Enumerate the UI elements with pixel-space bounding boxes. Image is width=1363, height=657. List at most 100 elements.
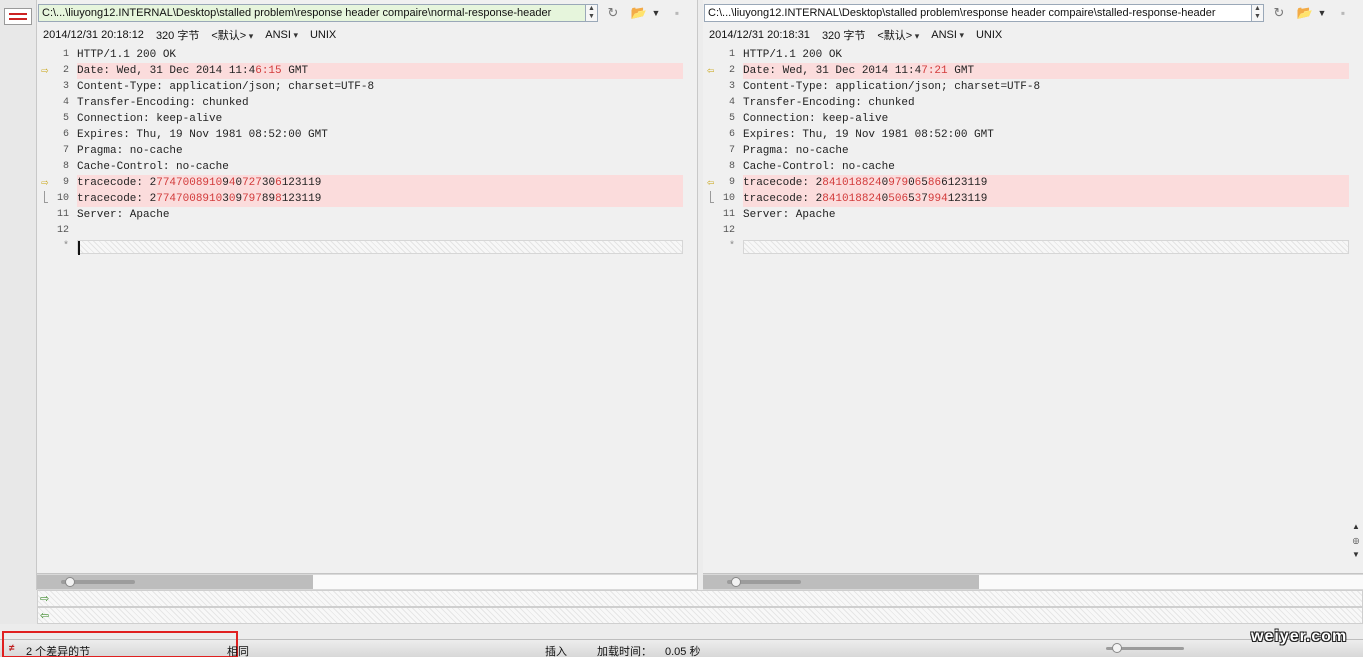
merge-line-right-to-left[interactable]: ⇦ <box>37 607 1363 624</box>
editor-line[interactable]: 7 Pragma: no-cache <box>703 143 1349 159</box>
editor-line[interactable]: 11 Server: Apache <box>37 207 683 223</box>
right-encoding-select[interactable]: ANSI <box>931 29 964 41</box>
right-info-bar: 2014/12/31 20:18:31 320 字节 <默认> ANSI UNI… <box>709 27 1002 43</box>
left-editor[interactable]: 1 HTTP/1.1 200 OK ⇨ 2 Date: Wed, 31 Dec 2014… <box>37 47 697 573</box>
line-text[interactable]: tracecode: 27747008910940727306123119 <box>77 175 683 191</box>
right-path-spinner-icon[interactable]: ▲ ▼ <box>1252 4 1264 22</box>
eof-text[interactable] <box>743 240 1349 254</box>
editor-line[interactable]: ⇦ 2 Date: Wed, 31 Dec 2014 11:47:21 GMT <box>703 63 1349 79</box>
editor-line[interactable]: 12 <box>703 223 1349 239</box>
line-text[interactable]: Date: Wed, 31 Dec 2014 11:46:15 GMT <box>77 63 683 79</box>
line-text[interactable]: HTTP/1.1 200 OK <box>743 47 1349 63</box>
line-number: 2 <box>728 65 735 76</box>
reload-icon[interactable]: ↻ <box>602 4 624 22</box>
left-path-spinner-icon[interactable]: ▲ ▼ <box>586 4 598 22</box>
dropdown-icon[interactable]: ▼ <box>650 4 662 22</box>
left-gutter <box>0 0 37 590</box>
end-of-file-line[interactable]: * <box>703 239 1349 255</box>
line-text[interactable]: tracecode: 27747008910309797898123119 <box>77 191 683 207</box>
eof-text[interactable] <box>77 240 683 255</box>
scroll-up-icon[interactable]: ▲ <box>1349 520 1363 534</box>
line-text[interactable]: Pragma: no-cache <box>77 143 683 159</box>
scroll-down-icon[interactable]: ▼ <box>1349 548 1363 562</box>
editor-line[interactable]: 10 tracecode: 28410188240506537994123119 <box>703 191 1349 207</box>
compare-icon[interactable] <box>4 8 32 25</box>
left-file-size: 320 字节 <box>155 30 200 42</box>
editor-line[interactable]: 3 Content-Type: application/json; charset… <box>703 79 1349 95</box>
copy-right-icon[interactable]: ⇨ <box>40 592 49 605</box>
line-text[interactable]: Server: Apache <box>77 207 683 223</box>
line-text[interactable]: Expires: Thu, 19 Nov 1981 08:52:00 GMT <box>743 127 1349 143</box>
merge-line-left-to-right[interactable]: ⇨ <box>37 590 1363 607</box>
editor-line[interactable]: 5 Connection: keep-alive <box>37 111 683 127</box>
left-encoding-select[interactable]: ANSI <box>265 29 298 41</box>
editor-line[interactable]: ⇦ 9 tracecode: 28410188240979065866123119 <box>703 175 1349 191</box>
line-text[interactable]: Cache-Control: no-cache <box>743 159 1349 175</box>
line-text[interactable]: Transfer-Encoding: chunked <box>743 95 1349 111</box>
editor-line[interactable]: 6 Expires: Thu, 19 Nov 1981 08:52:00 GMT <box>37 127 683 143</box>
line-text[interactable]: Expires: Thu, 19 Nov 1981 08:52:00 GMT <box>77 127 683 143</box>
line-text[interactable]: Content-Type: application/json; charset=… <box>743 79 1349 95</box>
save-icon[interactable]: ▪ <box>1332 4 1354 22</box>
line-text[interactable]: Content-Type: application/json; charset=… <box>77 79 683 95</box>
right-vertical-scroll-controls[interactable]: ▲ ◎ ▼ <box>1349 520 1363 570</box>
right-path-input[interactable]: C:\...\liuyong12.INTERNAL\Desktop\stalle… <box>704 4 1252 22</box>
right-horizontal-scrollbar[interactable] <box>703 573 1363 590</box>
dropdown-icon[interactable]: ▼ <box>1316 4 1328 22</box>
editor-line[interactable]: 7 Pragma: no-cache <box>37 143 683 159</box>
left-path-input[interactable]: C:\...\liuyong12.INTERNAL\Desktop\stalle… <box>38 4 586 22</box>
line-text[interactable]: tracecode: 28410188240506537994123119 <box>743 191 1349 207</box>
left-line-ending[interactable]: UNIX <box>310 29 336 41</box>
editor-line[interactable]: ⇨ 9 tracecode: 27747008910940727306123119 <box>37 175 683 191</box>
line-text[interactable]: Connection: keep-alive <box>77 111 683 127</box>
right-editor[interactable]: 1 HTTP/1.1 200 OK ⇦ 2 Date: Wed, 31 Dec 2014… <box>703 47 1363 573</box>
line-text[interactable]: Server: Apache <box>743 207 1349 223</box>
editor-line[interactable]: 4 Transfer-Encoding: chunked <box>703 95 1349 111</box>
editor-line[interactable]: 4 Transfer-Encoding: chunked <box>37 95 683 111</box>
watermark: weiyer.com <box>1251 628 1348 645</box>
editor-line[interactable]: 12 <box>37 223 683 239</box>
editor-line[interactable]: 6 Expires: Thu, 19 Nov 1981 08:52:00 GMT <box>703 127 1349 143</box>
editor-line[interactable]: 10 tracecode: 27747008910309797898123119 <box>37 191 683 207</box>
line-text[interactable]: Connection: keep-alive <box>743 111 1349 127</box>
merge-gutter <box>0 590 37 624</box>
right-zoom-knob[interactable] <box>731 577 741 587</box>
line-number: 1 <box>62 49 69 60</box>
line-text[interactable]: tracecode: 28410188240979065866123119 <box>743 175 1349 191</box>
line-number: 3 <box>62 81 69 92</box>
diff-count[interactable]: 2 个差异的节 <box>26 643 90 657</box>
reload-icon[interactable]: ↻ <box>1268 4 1290 22</box>
left-encoding-default-select[interactable]: <默认> <box>211 27 253 43</box>
line-number: 8 <box>62 161 69 172</box>
line-text[interactable]: Pragma: no-cache <box>743 143 1349 159</box>
editor-line[interactable]: 5 Connection: keep-alive <box>703 111 1349 127</box>
editor-line[interactable]: 8 Cache-Control: no-cache <box>703 159 1349 175</box>
line-text[interactable]: Date: Wed, 31 Dec 2014 11:47:21 GMT <box>743 63 1349 79</box>
right-line-ending[interactable]: UNIX <box>976 29 1002 41</box>
right-encoding-default-select[interactable]: <默认> <box>877 27 919 43</box>
editor-line[interactable]: 1 HTTP/1.1 200 OK <box>37 47 683 63</box>
line-text[interactable]: HTTP/1.1 200 OK <box>77 47 683 63</box>
end-of-file-line[interactable]: * <box>37 239 683 255</box>
editor-line[interactable]: 8 Cache-Control: no-cache <box>37 159 683 175</box>
line-number: 5 <box>62 113 69 124</box>
line-number: 10 <box>56 193 69 204</box>
scroll-center-icon[interactable]: ◎ <box>1349 534 1363 548</box>
left-zoom-knob[interactable] <box>65 577 75 587</box>
status-zoom-knob[interactable] <box>1112 643 1122 653</box>
editor-line[interactable]: 1 HTTP/1.1 200 OK <box>703 47 1349 63</box>
open-folder-icon[interactable]: 📂 <box>1294 4 1316 22</box>
save-icon[interactable]: ▪ <box>666 4 688 22</box>
left-horizontal-scrollbar[interactable] <box>37 573 697 590</box>
line-text[interactable]: Transfer-Encoding: chunked <box>77 95 683 111</box>
line-number: 12 <box>56 225 69 236</box>
status-bar: ≠ 2 个差异的节 相同 插入 加载时间： 0.05 秒 weiyer.com <box>0 628 1363 657</box>
editor-line[interactable]: 11 Server: Apache <box>703 207 1349 223</box>
line-text[interactable]: Cache-Control: no-cache <box>77 159 683 175</box>
editor-line[interactable]: 3 Content-Type: application/json; charset… <box>37 79 683 95</box>
copy-left-icon[interactable]: ⇦ <box>40 609 49 622</box>
line-number: 11 <box>56 209 69 220</box>
open-folder-icon[interactable]: 📂 <box>628 4 650 22</box>
editor-line[interactable]: ⇨ 2 Date: Wed, 31 Dec 2014 11:46:15 GMT <box>37 63 683 79</box>
line-number: 6 <box>62 129 69 140</box>
